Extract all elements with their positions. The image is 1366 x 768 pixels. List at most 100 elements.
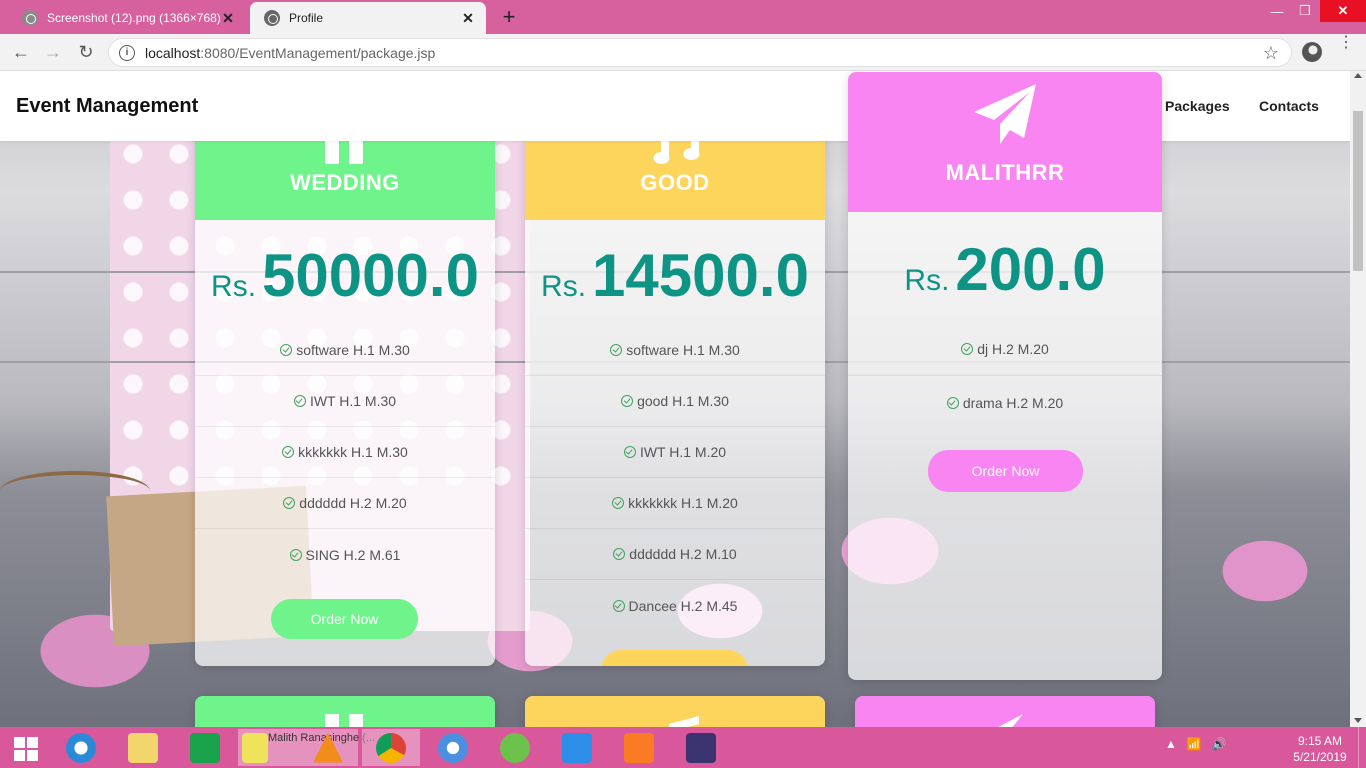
list-item: kkkkkkk H.1 M.30 bbox=[195, 427, 495, 478]
forward-arrow-icon[interactable]: → bbox=[41, 40, 65, 64]
tray-expand-icon[interactable]: ▲ bbox=[1165, 737, 1177, 751]
menu-icon[interactable]: ⋮ bbox=[1338, 35, 1354, 51]
list-item: drama H.2 M.20 bbox=[848, 376, 1162, 430]
scroll-thumb[interactable] bbox=[1353, 111, 1363, 271]
package-price: Rs. 14500.0 bbox=[525, 241, 825, 310]
site-brand[interactable]: Event Management bbox=[16, 95, 198, 118]
scroll-up-arrow-icon[interactable] bbox=[1354, 73, 1362, 78]
network-icon[interactable]: 📶 bbox=[1187, 737, 1202, 751]
store-icon bbox=[190, 732, 220, 763]
profile-avatar[interactable] bbox=[1302, 42, 1322, 62]
internet-explorer-icon bbox=[66, 732, 96, 763]
taskbar-ie[interactable] bbox=[52, 729, 110, 766]
url-path: :8080/EventManagement/package.jsp bbox=[200, 44, 436, 61]
list-item: software H.1 M.30 bbox=[525, 325, 825, 376]
package-name: MALITHRR bbox=[945, 160, 1065, 185]
item-label: dddddd H.2 M.10 bbox=[629, 546, 737, 562]
item-label: kkkkkkk H.1 M.30 bbox=[298, 444, 408, 460]
price-amount: 50000.0 bbox=[262, 242, 479, 309]
folder-icon bbox=[128, 732, 158, 763]
windows-start-button[interactable] bbox=[6, 733, 46, 763]
music-icon bbox=[669, 716, 699, 727]
reload-icon[interactable]: ↻ bbox=[74, 40, 98, 64]
browser-toolbar: ← → ↻ i localhost :8080/EventManagement/… bbox=[0, 34, 1366, 71]
address-bar[interactable]: i localhost :8080/EventManagement/packag… bbox=[108, 38, 1292, 67]
card-header: MALITHRR bbox=[848, 72, 1162, 212]
system-tray: ▲ 📶 🔊 bbox=[1165, 737, 1227, 751]
check-circle-icon bbox=[283, 497, 296, 509]
package-name: GOOD bbox=[640, 170, 710, 195]
list-item: IWT H.1 M.20 bbox=[525, 427, 825, 478]
new-tab-button[interactable]: + bbox=[498, 4, 520, 30]
system-clock[interactable]: 9:15 AM 5/21/2019 bbox=[1290, 733, 1350, 765]
item-label: good H.1 M.30 bbox=[637, 393, 729, 409]
package-price: Rs. 50000.0 bbox=[195, 241, 495, 310]
show-desktop-button[interactable] bbox=[1358, 727, 1366, 768]
order-now-button[interactable] bbox=[601, 650, 748, 666]
minimize-button[interactable]: — bbox=[1264, 0, 1290, 22]
clock-date: 5/21/2019 bbox=[1293, 750, 1347, 764]
globe-icon bbox=[264, 10, 280, 26]
page-viewport: WEDDING Rs. 50000.0 software H.1 M.30 IWT… bbox=[0, 71, 1350, 727]
item-label: software H.1 M.30 bbox=[296, 342, 410, 358]
cutlery-icon bbox=[325, 714, 363, 727]
chromium-icon bbox=[438, 732, 468, 763]
price-amount: 200.0 bbox=[955, 236, 1106, 303]
item-label: software H.1 M.30 bbox=[626, 342, 740, 358]
taskbar-explorer[interactable] bbox=[114, 729, 172, 766]
check-circle-icon bbox=[612, 497, 625, 509]
item-label: dj H.2 M.20 bbox=[977, 340, 1049, 357]
currency-label: Rs. bbox=[541, 270, 587, 303]
taskbar-wps[interactable] bbox=[548, 729, 606, 766]
close-window-button[interactable]: ✕ bbox=[1320, 0, 1366, 22]
close-tab-icon[interactable]: ✕ bbox=[460, 10, 476, 27]
info-icon[interactable]: i bbox=[119, 44, 135, 61]
list-item: Dancee H.2 M.45 bbox=[525, 580, 825, 631]
scroll-down-arrow-icon[interactable] bbox=[1354, 718, 1362, 723]
check-circle-icon bbox=[623, 446, 636, 458]
maximize-button[interactable]: ❐ bbox=[1292, 0, 1318, 22]
list-item: dj H.2 M.20 bbox=[848, 322, 1162, 376]
check-circle-icon bbox=[612, 599, 625, 612]
package-card-peek bbox=[195, 696, 495, 727]
taskbar-xampp[interactable] bbox=[610, 729, 668, 766]
taskbar-store[interactable] bbox=[176, 729, 234, 766]
volume-icon[interactable]: 🔊 bbox=[1212, 737, 1227, 751]
nav-link-packages[interactable]: Packages bbox=[1165, 98, 1230, 114]
taskbar-vlc[interactable] bbox=[300, 729, 356, 766]
package-card-malithrr: MALITHRR Rs. 200.0 dj H.2 M.20 drama H.2 … bbox=[848, 72, 1162, 680]
browser-tab-strip: Screenshot (12).png (1366×768) ✕ Profile… bbox=[0, 0, 1366, 34]
package-card-peek bbox=[525, 696, 825, 727]
vlc-icon bbox=[313, 732, 343, 763]
bookmark-star-icon[interactable]: ☆ bbox=[1263, 43, 1279, 64]
order-now-button[interactable]: Order Now bbox=[928, 450, 1083, 492]
tab-profile[interactable]: Profile ✕ bbox=[250, 2, 486, 34]
nav-link-contacts[interactable]: Contacts bbox=[1259, 98, 1319, 114]
taskbar-chromium[interactable] bbox=[424, 729, 482, 766]
check-circle-icon bbox=[621, 395, 634, 407]
currency-label: Rs. bbox=[904, 264, 950, 297]
utorrent-icon bbox=[500, 732, 530, 763]
paper-plane-icon bbox=[998, 714, 1023, 727]
page-scrollbar[interactable] bbox=[1350, 71, 1366, 727]
package-price: Rs. 200.0 bbox=[848, 235, 1162, 304]
back-arrow-icon[interactable]: ← bbox=[9, 40, 33, 64]
price-amount: 14500.0 bbox=[592, 242, 809, 309]
close-tab-icon[interactable]: ✕ bbox=[220, 10, 236, 27]
taskbar-eclipse[interactable] bbox=[672, 729, 730, 766]
taskbar-chrome[interactable] bbox=[362, 729, 420, 766]
list-item: dddddd H.2 M.10 bbox=[525, 529, 825, 580]
check-circle-icon bbox=[610, 344, 623, 356]
chrome-icon bbox=[376, 732, 406, 763]
item-label: dddddd H.2 M.20 bbox=[299, 495, 407, 511]
package-name: WEDDING bbox=[290, 170, 400, 195]
check-circle-icon bbox=[293, 395, 306, 407]
list-item: SING H.2 M.61 bbox=[195, 529, 495, 580]
taskbar-utorrent[interactable] bbox=[486, 729, 544, 766]
globe-icon bbox=[22, 10, 38, 26]
order-now-button[interactable]: Order Now bbox=[271, 599, 418, 639]
package-card-peek bbox=[855, 696, 1155, 727]
tab-title: Profile bbox=[289, 11, 324, 25]
tab-screenshot[interactable]: Screenshot (12).png (1366×768) ✕ bbox=[8, 2, 246, 34]
check-circle-icon bbox=[280, 344, 293, 356]
